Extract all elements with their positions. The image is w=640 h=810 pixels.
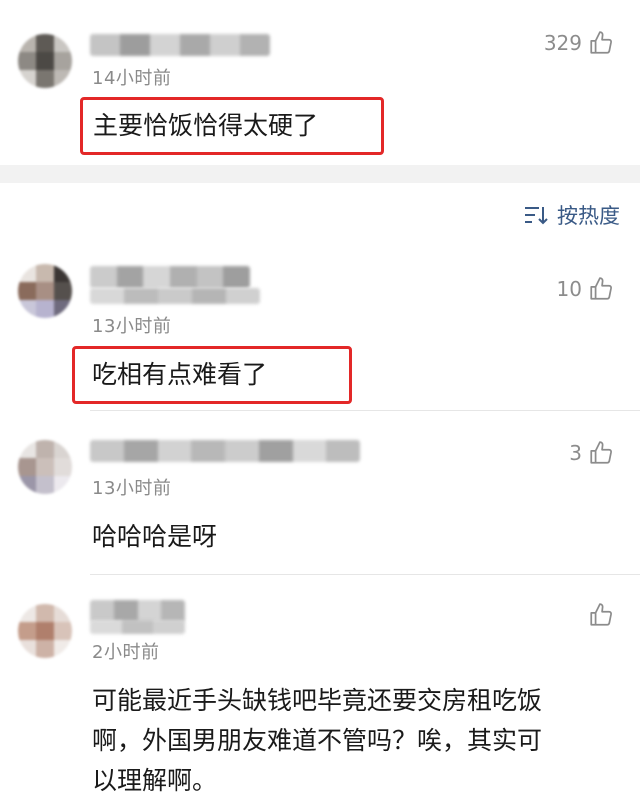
avatar[interactable]	[18, 34, 72, 88]
like-count: 10	[556, 277, 582, 301]
comment-time: 2小时前	[92, 642, 160, 663]
like-button[interactable]: 10	[557, 276, 614, 302]
avatar[interactable]	[18, 440, 72, 494]
comment-text: 主要恰饭恰得太硬了	[93, 111, 319, 140]
comment-text: 哈哈哈是呀	[92, 522, 218, 551]
sort-by-hot-button[interactable]: 按热度	[523, 200, 620, 230]
like-button[interactable]: 3	[569, 440, 614, 466]
thumbs-up-icon	[590, 603, 612, 626]
comment-text-line-1: 可能最近手头缺钱吧毕竟还要交房租吃饭	[92, 686, 543, 715]
username-blurred-2	[90, 620, 185, 634]
username-blurred[interactable]	[90, 266, 250, 288]
like-button[interactable]: 329	[544, 30, 614, 56]
thumbs-up-icon	[590, 31, 612, 54]
comment-text-line-2: 啊，外国男朋友难道不管吗？唉，其实可	[92, 726, 543, 755]
username-blurred[interactable]	[90, 600, 185, 622]
username-blurred[interactable]	[90, 34, 270, 56]
thumbs-up-icon	[590, 441, 612, 464]
divider	[90, 574, 640, 575]
like-count: 3	[569, 441, 582, 465]
thumbs-up-icon	[590, 277, 612, 300]
comment-time: 14小时前	[92, 68, 172, 89]
sort-label: 按热度	[557, 204, 620, 228]
comment-text-line-3: 以理解啊。	[92, 766, 218, 795]
comment-card-1: 14小时前 329 主要恰饭恰得太硬了	[0, 0, 640, 165]
comment-time: 13小时前	[92, 316, 172, 337]
divider	[90, 410, 640, 411]
like-count: 329	[543, 31, 582, 55]
avatar[interactable]	[18, 264, 72, 318]
comment-time: 13小时前	[92, 478, 172, 499]
username-blurred-2	[90, 288, 260, 304]
username-blurred[interactable]	[90, 440, 360, 462]
sort-icon	[525, 207, 548, 225]
comment-text: 吃相有点难看了	[92, 360, 268, 389]
like-button[interactable]	[588, 602, 614, 628]
avatar[interactable]	[18, 604, 72, 658]
section-divider	[0, 165, 640, 183]
